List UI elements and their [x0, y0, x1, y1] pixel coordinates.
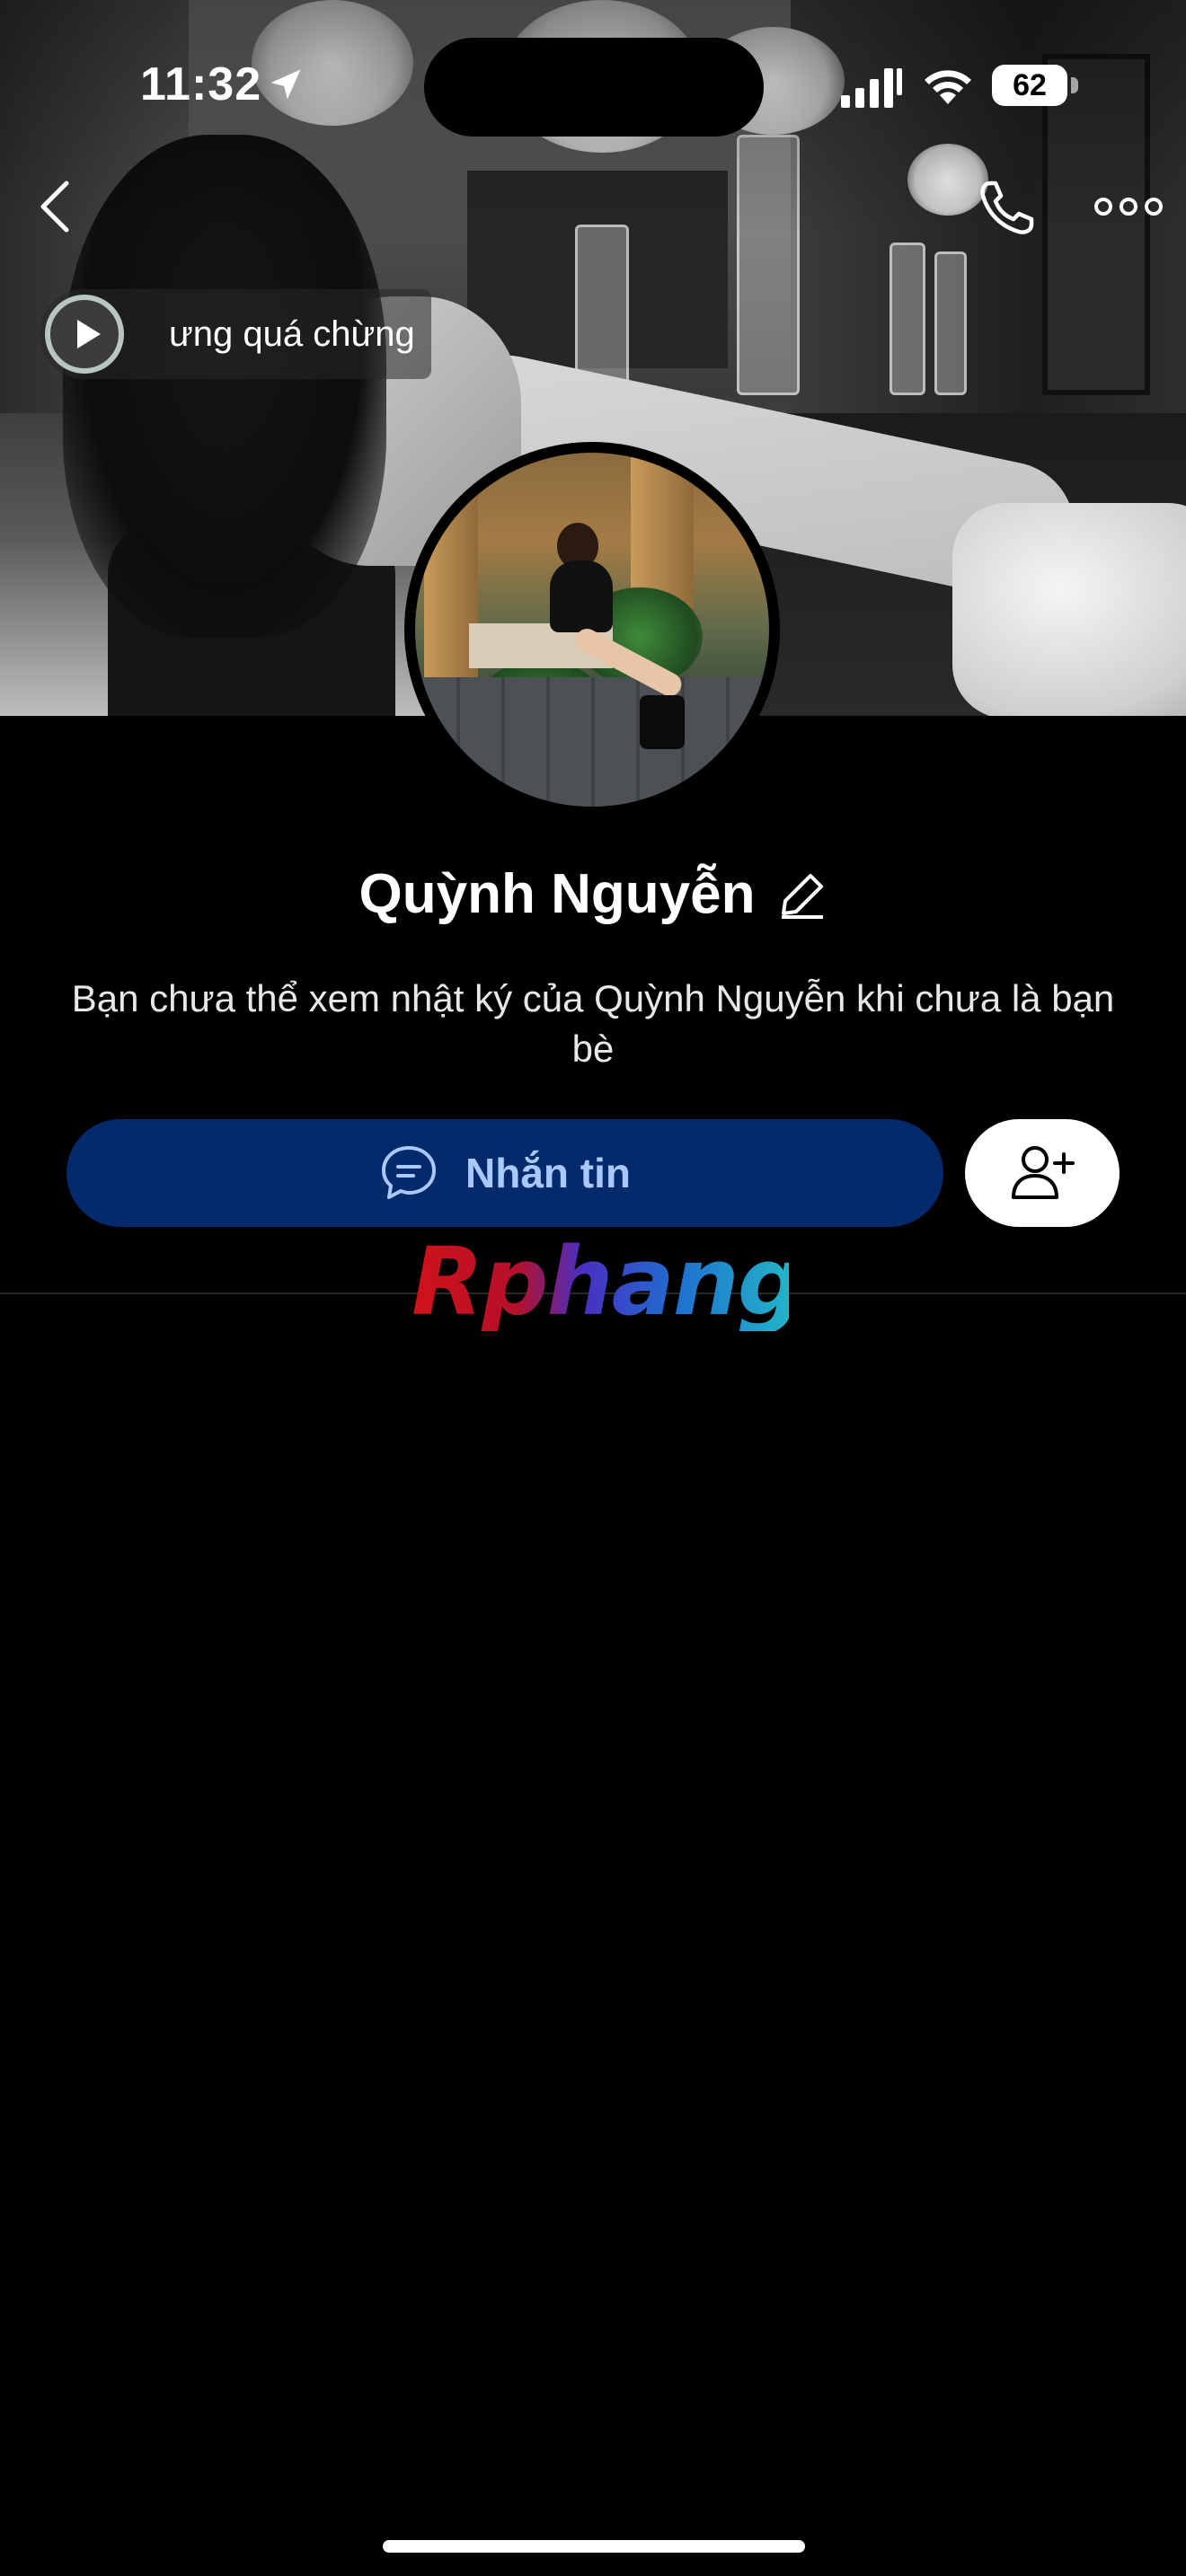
cover-vase	[934, 251, 967, 395]
battery-tip	[1071, 77, 1078, 93]
cover-cushion	[952, 503, 1186, 716]
back-chevron-icon[interactable]	[34, 178, 79, 235]
battery-level: 62	[1013, 68, 1047, 102]
privacy-notice: Bạn chưa thể xem nhật ký của Quỳnh Nguyễ…	[71, 977, 1115, 1070]
avatar[interactable]	[404, 442, 780, 817]
profile-page: 11:32 62 ưng quá chừng Quỳnh Nguyễn Bạn …	[0, 0, 1186, 2576]
profile-name: Quỳnh Nguyễn	[358, 863, 756, 925]
profile-music[interactable]: ưng quá chừng	[40, 289, 431, 379]
cover-vase	[890, 243, 925, 395]
cover-vase	[575, 225, 629, 386]
add-friend-icon	[1012, 1146, 1075, 1199]
watermark-text: Rphang	[412, 1227, 804, 1337]
message-button[interactable]: Nhắn tin	[66, 1119, 943, 1227]
status-time: 11:32	[140, 58, 262, 110]
home-indicator[interactable]	[383, 2540, 805, 2553]
wifi-icon	[925, 70, 971, 104]
edit-pencil-icon[interactable]	[778, 870, 827, 919]
dynamic-island	[424, 38, 764, 137]
cellular-signal-icon	[841, 68, 902, 108]
battery-icon: 62	[992, 65, 1067, 106]
profile-name-row: Quỳnh Nguyễn	[0, 862, 1186, 943]
phone-call-icon[interactable]	[974, 176, 1039, 241]
location-arrow-icon	[270, 69, 301, 100]
watermark-logo: Rphang	[412, 1227, 804, 1337]
message-button-label: Nhắn tin	[465, 1150, 631, 1196]
play-icon[interactable]	[45, 295, 124, 374]
music-title: ưng quá chừng	[169, 314, 415, 354]
chat-bubble-icon	[382, 1146, 436, 1199]
add-friend-button[interactable]	[965, 1119, 1120, 1227]
status-bar: 11:32 62	[0, 0, 1186, 171]
avatar-photo	[415, 453, 769, 807]
more-options-icon[interactable]	[1093, 189, 1164, 225]
